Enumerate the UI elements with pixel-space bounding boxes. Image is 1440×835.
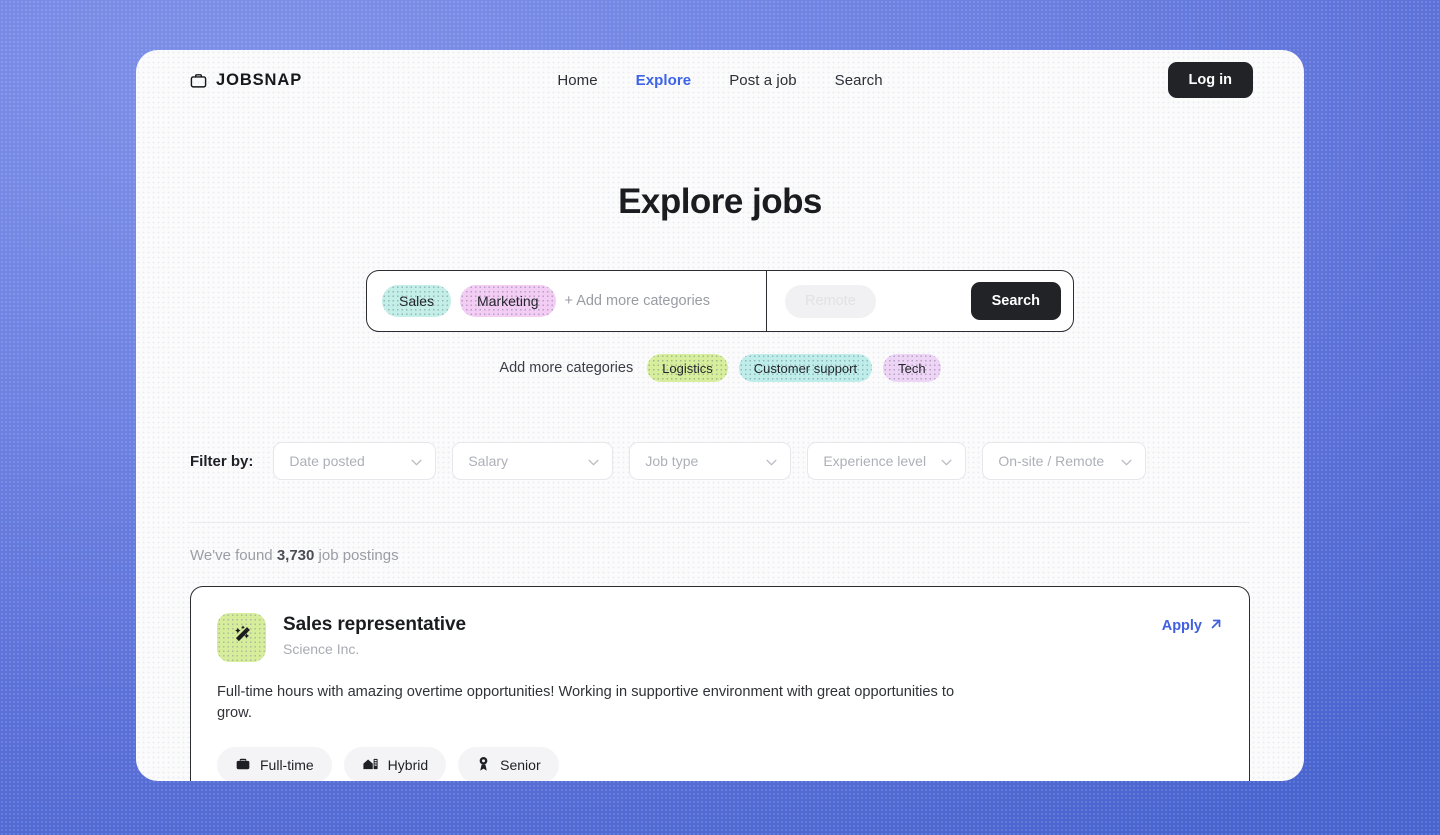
search-bar: Sales Marketing + Add more categories Re… <box>366 270 1074 332</box>
main-nav: Home Explore Post a job Search <box>136 72 1304 89</box>
search-button[interactable]: Search <box>970 282 1061 320</box>
login-button[interactable]: Log in <box>1167 62 1253 98</box>
results-count-suffix: job postings <box>314 547 399 564</box>
selected-category-chip-sales[interactable]: Sales <box>382 285 452 317</box>
results-count-value: 3,730 <box>276 547 315 564</box>
suggested-categories-label: Add more categories <box>499 360 634 376</box>
filter-salary[interactable]: Salary <box>452 442 614 480</box>
job-tag-hybrid[interactable]: Hybrid <box>343 747 447 781</box>
filter-salary-label: Salary <box>468 453 509 469</box>
filter-job-type[interactable]: Job type <box>629 442 792 480</box>
nav-item-search[interactable]: Search <box>835 72 883 89</box>
job-description: Full-time hours with amazing overtime op… <box>217 684 955 721</box>
results-count-prefix: We've found <box>190 547 277 564</box>
filter-row: Filter by: Date posted Salary Job type E… <box>190 442 1250 480</box>
apply-link[interactable]: Apply <box>1162 613 1223 635</box>
medal-icon <box>476 755 491 775</box>
filter-experience-level[interactable]: Experience level <box>807 442 967 480</box>
filter-experience-level-label: Experience level <box>823 453 927 469</box>
add-more-categories-link[interactable]: + Add more categories <box>565 293 711 309</box>
job-meta: Sales representative Science Inc. <box>283 613 466 657</box>
app-window: JOBSNAP Home Explore Post a job Search L… <box>136 50 1304 781</box>
brand-name: JOBSNAP <box>216 70 303 89</box>
chevron-down-icon <box>588 453 599 469</box>
job-tag-senior[interactable]: Senior <box>458 747 559 781</box>
filter-date-posted[interactable]: Date posted <box>273 442 437 480</box>
arrow-up-right-icon <box>1209 617 1223 635</box>
filter-job-type-label: Job type <box>645 453 699 469</box>
suggested-chip-tech[interactable]: Tech <box>883 354 941 382</box>
job-card-header: Sales representative Science Inc. Apply <box>217 613 1223 662</box>
suggested-chip-customer-support[interactable]: Customer support <box>738 354 873 382</box>
section-divider <box>190 522 1250 523</box>
nav-item-post-a-job[interactable]: Post a job <box>729 72 796 89</box>
apply-label: Apply <box>1161 618 1202 634</box>
briefcase-icon <box>190 72 207 89</box>
filter-onsite-remote-label: On-site / Remote <box>998 453 1105 469</box>
filter-date-posted-label: Date posted <box>289 453 365 469</box>
location-field[interactable]: Remote Search <box>767 271 1073 331</box>
chevron-down-icon <box>941 453 952 469</box>
chevron-down-icon <box>411 453 422 469</box>
job-tag-row: Full-time Hybrid Senior <box>217 747 1223 781</box>
job-tag-senior-label: Senior <box>500 757 541 774</box>
job-tag-full-time-label: Full-time <box>260 757 314 774</box>
selected-category-chip-marketing[interactable]: Marketing <box>460 285 556 317</box>
results-count: We've found 3,730 job postings <box>190 547 1250 564</box>
top-navigation-bar: JOBSNAP Home Explore Post a job Search L… <box>136 50 1304 110</box>
briefcase-icon <box>235 756 251 775</box>
job-tag-hybrid-label: Hybrid <box>387 757 429 774</box>
location-placeholder-chip[interactable]: Remote <box>785 284 876 318</box>
job-company-name: Science Inc. <box>283 641 360 657</box>
chevron-down-icon <box>1121 453 1132 469</box>
page-title: Explore jobs <box>618 182 822 221</box>
brand-logo[interactable]: JOBSNAP <box>190 71 302 90</box>
category-field[interactable]: Sales Marketing + Add more categories <box>367 271 766 331</box>
job-card[interactable]: Sales representative Science Inc. Apply … <box>190 586 1250 781</box>
nav-item-explore[interactable]: Explore <box>636 72 692 89</box>
house-icon <box>362 755 379 775</box>
filter-by-label: Filter by: <box>190 452 254 470</box>
filter-onsite-remote[interactable]: On-site / Remote <box>982 442 1147 480</box>
suggested-chip-logistics[interactable]: Logistics <box>647 354 728 382</box>
chevron-down-icon <box>766 453 777 469</box>
job-tag-full-time[interactable]: Full-time <box>217 747 332 781</box>
suggested-categories-row: Add more categories Logistics Customer s… <box>136 354 1304 382</box>
job-title: Sales representative <box>283 614 466 635</box>
nav-item-home[interactable]: Home <box>557 72 597 89</box>
company-logo <box>217 613 266 662</box>
magic-wand-icon <box>229 622 255 653</box>
